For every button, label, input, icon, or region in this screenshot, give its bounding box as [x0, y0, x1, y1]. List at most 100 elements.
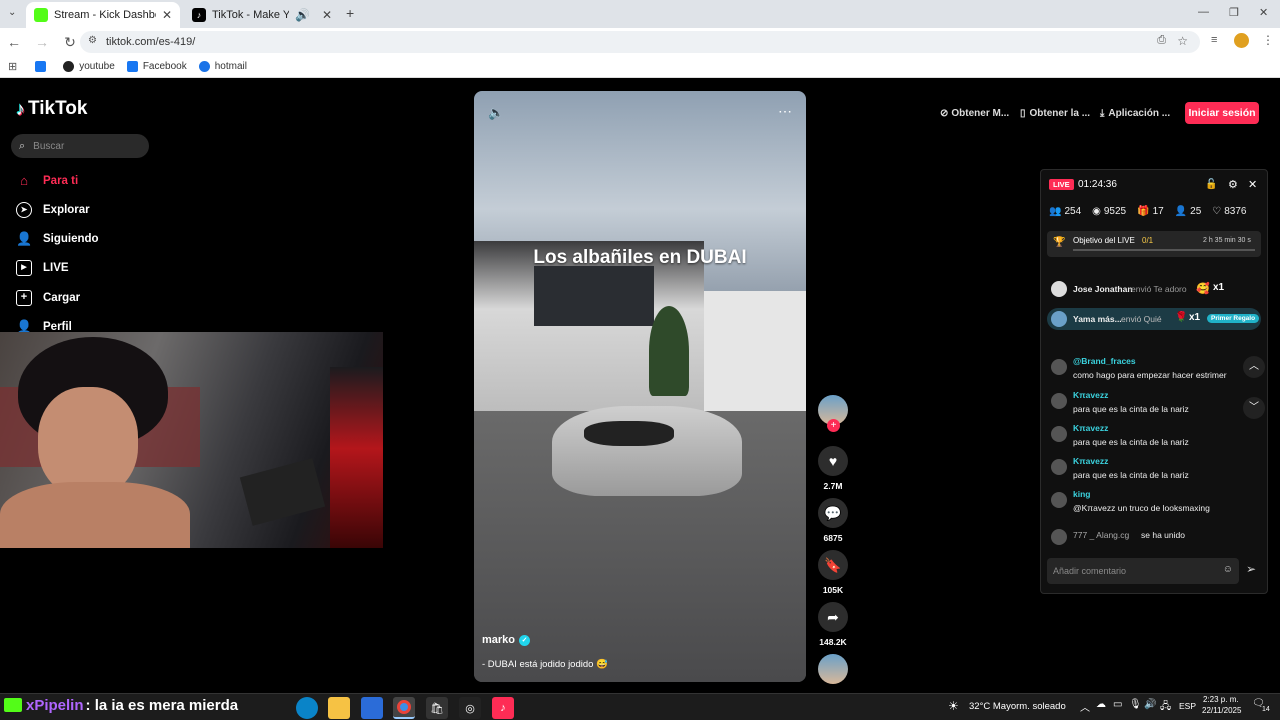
- clock-time[interactable]: 2:23 p. m.: [1203, 695, 1239, 704]
- button-label: Obtener la ...: [1029, 107, 1091, 119]
- facebook-icon: [126, 61, 138, 72]
- rose-icon: 🌹: [1175, 312, 1188, 323]
- restore-icon[interactable]: ❐: [1229, 6, 1239, 19]
- chat-user[interactable]: Kπavezz: [1073, 390, 1108, 400]
- address-bar[interactable]: ⚙ tiktok.com/es-419/ ⎙ ☆: [80, 31, 1200, 53]
- menu-icon[interactable]: ⋮: [1262, 33, 1274, 47]
- obs-icon[interactable]: ◎: [459, 697, 481, 719]
- tab-list-icon[interactable]: ⌄: [8, 7, 16, 18]
- follow-plus-icon[interactable]: +: [827, 419, 840, 432]
- video-author[interactable]: marko ✓: [482, 634, 531, 646]
- speaker-icon[interactable]: 🔊: [295, 8, 310, 22]
- scroll-down-icon[interactable]: ﹀: [1243, 397, 1265, 419]
- brand-name: TikTok: [28, 98, 88, 119]
- profile-avatar[interactable]: [1234, 33, 1249, 48]
- chat-user[interactable]: Kπavezz: [1073, 456, 1108, 466]
- nav-live[interactable]: ▶ LIVE: [16, 258, 69, 278]
- share-button[interactable]: ➦ 148.2K: [818, 602, 848, 647]
- chat-text: @Kπavezz un truco de looksmaxing: [1073, 503, 1210, 513]
- save-button[interactable]: 🔖 105K: [818, 550, 848, 595]
- close-tab-icon[interactable]: ✕: [322, 8, 332, 22]
- tiktok-logo[interactable]: ♪ TikTok: [16, 98, 87, 120]
- scroll-up-icon[interactable]: ︿: [1243, 356, 1265, 378]
- tab-tiktok[interactable]: ♪ TikTok - Make Your Day 🔊 ✕: [184, 2, 340, 28]
- bookmark-youtube[interactable]: youtube: [63, 61, 115, 72]
- store-icon[interactable]: 🛍: [426, 697, 448, 719]
- desktop-app-button[interactable]: ⤓ Aplicación ...: [1100, 103, 1170, 123]
- viewers-stat: 👥 254: [1049, 206, 1081, 217]
- install-icon[interactable]: ⎙: [1157, 34, 1166, 47]
- verified-icon: ✓: [519, 634, 531, 646]
- browser-tab-strip: ⌄ Stream - Kick Dashboard ✕ ♪ TikTok - M…: [0, 0, 1280, 28]
- nav-explorar[interactable]: ➤ Explorar: [16, 200, 90, 220]
- language-indicator[interactable]: ESP: [1179, 701, 1196, 711]
- likes-stat: ♡ 8376: [1212, 206, 1246, 217]
- forward-icon[interactable]: →: [28, 34, 56, 50]
- battery-icon[interactable]: ▭: [1113, 699, 1122, 710]
- cloud-icon[interactable]: ☁: [1096, 699, 1106, 710]
- close-window-icon[interactable]: ✕: [1259, 6, 1268, 19]
- minimize-icon[interactable]: —: [1198, 6, 1209, 18]
- nav-siguiendo[interactable]: 👤 Siguiendo: [16, 229, 99, 249]
- edge-icon[interactable]: [296, 697, 318, 719]
- goal-progress: 0/1: [1142, 236, 1154, 245]
- volume-icon[interactable]: 🔈: [488, 105, 504, 121]
- nav-para-ti[interactable]: ⌂ Para ti: [16, 171, 78, 191]
- bookmark-hotmail[interactable]: hotmail: [198, 61, 247, 72]
- comment-button[interactable]: 💬 6875: [818, 498, 848, 543]
- send-icon[interactable]: ➢: [1246, 562, 1256, 576]
- settings-icon[interactable]: ⚙: [1228, 178, 1238, 191]
- share-count: 148.2K: [819, 637, 847, 647]
- emoji-icon[interactable]: ☺: [1223, 564, 1233, 575]
- nav-cargar[interactable]: + Cargar: [16, 288, 80, 308]
- close-icon[interactable]: ✕: [1248, 178, 1257, 191]
- author-avatar[interactable]: +: [818, 395, 848, 432]
- search-input[interactable]: ⌕ Buscar: [11, 134, 149, 158]
- search-icon: ⌕: [19, 139, 26, 152]
- first-gift-tag: Primer Regalo: [1207, 314, 1260, 323]
- phone-icon: ▯: [1020, 107, 1026, 119]
- tiktok-live-icon[interactable]: ♪: [492, 697, 514, 719]
- tab-kick-dashboard[interactable]: Stream - Kick Dashboard ✕: [26, 2, 180, 28]
- login-button[interactable]: Iniciar sesión: [1185, 102, 1259, 124]
- file-explorer-icon[interactable]: [328, 697, 350, 719]
- mic-icon[interactable]: 🎙: [1129, 699, 1142, 710]
- get-app-button[interactable]: ▯ Obtener la ...: [1020, 103, 1090, 123]
- bookmark-facebook[interactable]: Facebook: [126, 61, 187, 72]
- video-player[interactable]: Los albañiles en DUBAI 🔈 ⋯ marko ✓ - DUB…: [474, 91, 806, 682]
- back-icon[interactable]: ←: [0, 34, 28, 50]
- weather-icon: ☀: [948, 699, 959, 713]
- network-icon[interactable]: 🖧: [1160, 699, 1171, 716]
- avatar: [1051, 359, 1067, 375]
- speaker-icon[interactable]: 🔊: [1144, 699, 1156, 710]
- get-coins-button[interactable]: ⊘ Obtener M...: [940, 103, 1009, 123]
- mail-icon[interactable]: [361, 697, 383, 719]
- goal-label: Objetivo del LIVE: [1073, 236, 1135, 245]
- heart-icon: ♡: [1212, 206, 1222, 217]
- bookmark-star-icon[interactable]: ☆: [1177, 34, 1188, 48]
- new-tab-button[interactable]: +: [346, 5, 354, 21]
- chrome-icon[interactable]: [393, 697, 415, 719]
- goal-progress-bar: [1073, 249, 1255, 251]
- lock-icon[interactable]: 🔓: [1205, 179, 1217, 190]
- gift-heart-icon: 🥰: [1196, 283, 1210, 295]
- sound-avatar[interactable]: [818, 654, 848, 684]
- comment-input[interactable]: Añadir comentario ☺: [1047, 558, 1239, 584]
- apps-icon[interactable]: ⊞: [8, 60, 17, 73]
- avatar: [1051, 311, 1067, 327]
- close-tab-icon[interactable]: ✕: [162, 8, 172, 22]
- chat-user[interactable]: Kπavezz: [1073, 423, 1108, 433]
- clock-date[interactable]: 22/11/2025: [1202, 706, 1241, 715]
- like-button[interactable]: ♥ 2.7M: [818, 446, 848, 491]
- tiktok-icon: ♪: [192, 8, 206, 22]
- live-goal[interactable]: 🏆 Objetivo del LIVE 0/1 2 h 35 min 30 s: [1047, 231, 1261, 257]
- reading-list-icon[interactable]: ≡: [1211, 34, 1217, 46]
- bookmark-facebook-icon[interactable]: [35, 61, 51, 72]
- site-info-icon[interactable]: ⚙: [88, 35, 97, 46]
- more-options-icon[interactable]: ⋯: [778, 103, 793, 120]
- tray-chevron-icon[interactable]: ︿: [1080, 699, 1090, 714]
- weather-text[interactable]: 32°C Mayorm. soleado: [969, 701, 1066, 712]
- chat-user[interactable]: @Brand_fraces: [1073, 356, 1136, 366]
- join-user: 777 _ Alang.cg: [1073, 530, 1130, 540]
- chat-user[interactable]: king: [1073, 489, 1090, 499]
